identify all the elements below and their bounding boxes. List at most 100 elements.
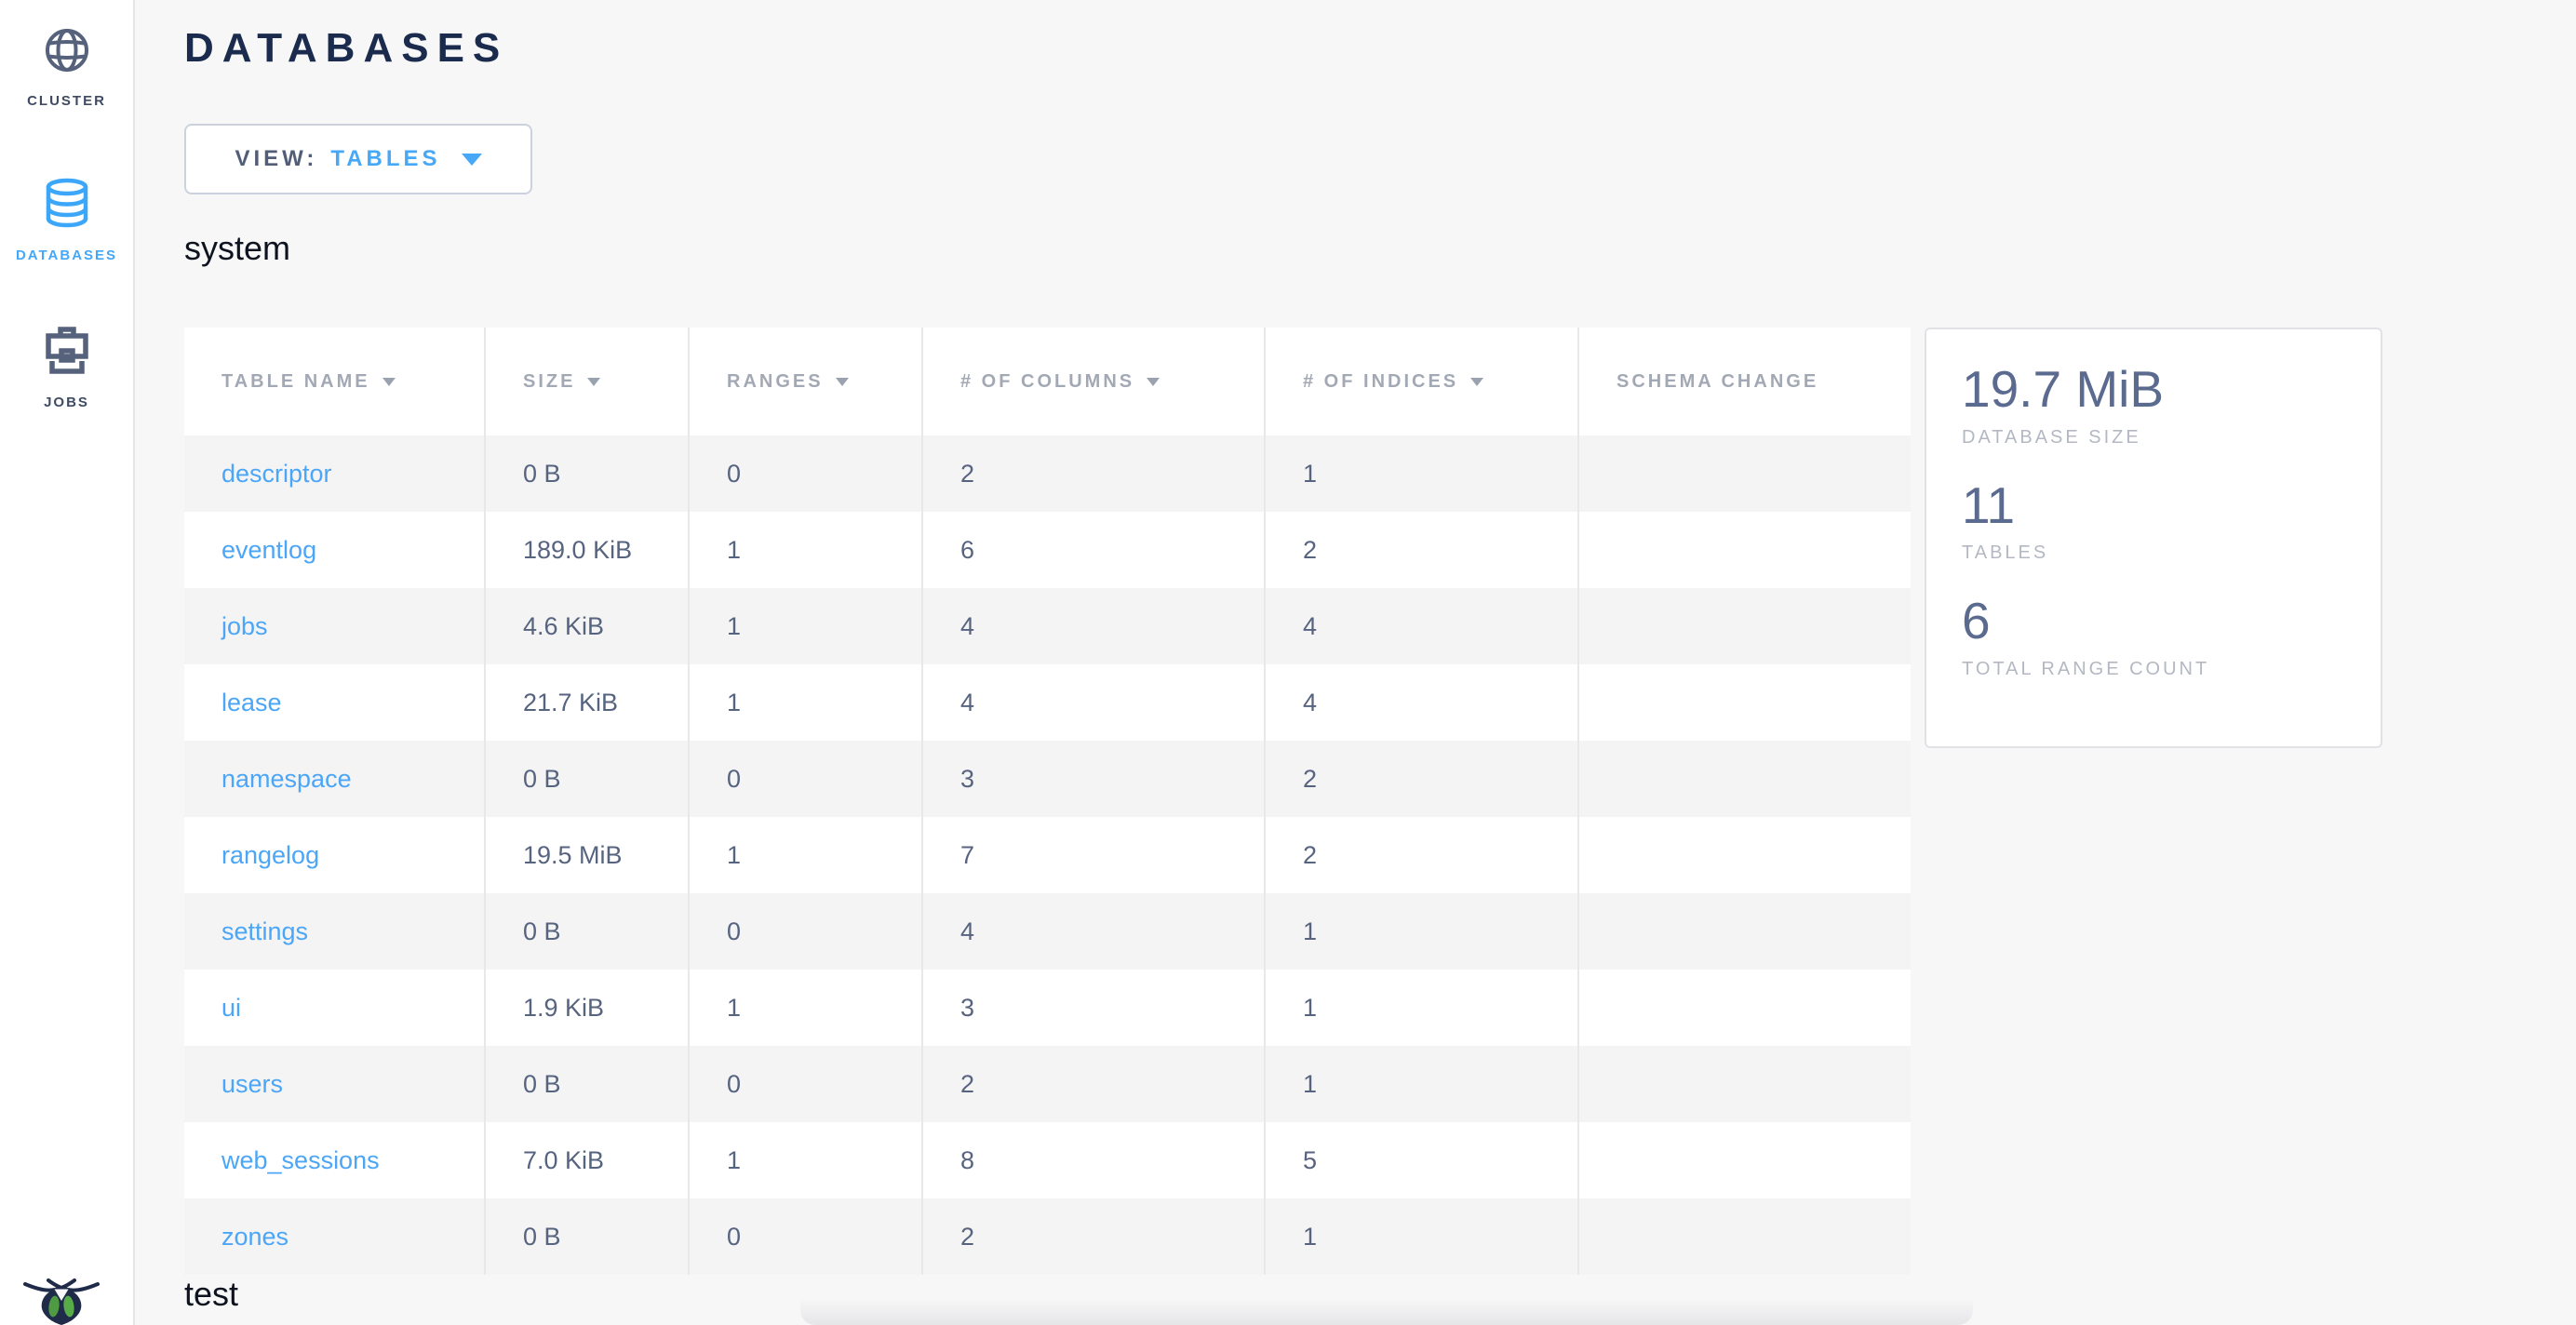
view-dropdown-value: TABLES (330, 146, 440, 172)
schema-change-cell (1579, 1046, 1911, 1122)
indices-cell: 1 (1266, 893, 1579, 970)
table-row: namespace 0 B 0 3 2 (184, 741, 1911, 817)
column-header-label: # OF COLUMNS (960, 371, 1134, 393)
ranges-cell: 0 (690, 435, 923, 512)
table-row: eventlog 189.0 KiB 1 6 2 (184, 512, 1911, 588)
size-cell: 0 B (486, 893, 690, 970)
columns-cell: 4 (923, 893, 1266, 970)
sort-arrow-icon (836, 378, 849, 386)
sidebar-item-label: JOBS (44, 395, 89, 410)
bottom-edge-shadow (800, 1299, 1973, 1325)
size-cell: 4.6 KiB (486, 588, 690, 664)
columns-cell: 3 (923, 970, 1266, 1046)
indices-cell: 4 (1266, 588, 1579, 664)
columns-cell: 4 (923, 588, 1266, 664)
column-header-num-indices[interactable]: # OF INDICES (1266, 328, 1579, 435)
table-row: zones 0 B 0 2 1 (184, 1198, 1911, 1275)
column-header-label: TABLE NAME (221, 371, 370, 393)
sidebar-item-jobs[interactable]: JOBS (0, 324, 133, 410)
stat-value: 6 (1962, 593, 2353, 650)
ranges-cell: 0 (690, 1046, 923, 1122)
indices-cell: 2 (1266, 512, 1579, 588)
stat-label: DATABASE SIZE (1962, 427, 2353, 448)
ranges-cell: 1 (690, 817, 923, 893)
ranges-cell: 1 (690, 970, 923, 1046)
column-header-ranges[interactable]: RANGES (690, 328, 923, 435)
page-title: DATABASES (184, 25, 508, 72)
columns-cell: 2 (923, 1046, 1266, 1122)
table-name-link[interactable]: users (221, 1070, 283, 1099)
column-header-label: RANGES (727, 371, 824, 393)
ranges-cell: 0 (690, 893, 923, 970)
size-cell: 1.9 KiB (486, 970, 690, 1046)
globe-icon (43, 26, 91, 74)
columns-cell: 4 (923, 664, 1266, 741)
section-title-test: test (184, 1275, 238, 1314)
table-name-link[interactable]: ui (221, 994, 241, 1023)
columns-cell: 2 (923, 435, 1266, 512)
stat-label: TABLES (1962, 542, 2353, 564)
sort-arrow-icon (1470, 378, 1483, 386)
indices-cell: 1 (1266, 970, 1579, 1046)
indices-cell: 1 (1266, 1046, 1579, 1122)
table-row: web_sessions 7.0 KiB 1 8 5 (184, 1122, 1911, 1198)
table-row: jobs 4.6 KiB 1 4 4 (184, 588, 1911, 664)
briefcase-icon (42, 324, 92, 376)
ranges-cell: 0 (690, 1198, 923, 1275)
schema-change-cell (1579, 435, 1911, 512)
indices-cell: 1 (1266, 1198, 1579, 1275)
sidebar-item-databases[interactable]: DATABASES (0, 177, 133, 263)
table-header-row: TABLE NAME SIZE RANGES # OF COLUMNS # OF… (184, 328, 1911, 435)
table-name-link[interactable]: settings (221, 917, 308, 946)
column-header-label: SIZE (523, 371, 575, 393)
view-dropdown[interactable]: VIEW: TABLES (184, 124, 532, 194)
ranges-cell: 1 (690, 1122, 923, 1198)
schema-change-cell (1579, 1122, 1911, 1198)
ranges-cell: 1 (690, 664, 923, 741)
schema-change-cell (1579, 970, 1911, 1046)
table-row: settings 0 B 0 4 1 (184, 893, 1911, 970)
cockroachdb-logo (19, 1277, 104, 1325)
table-row: ui 1.9 KiB 1 3 1 (184, 970, 1911, 1046)
size-cell: 19.5 MiB (486, 817, 690, 893)
indices-cell: 2 (1266, 817, 1579, 893)
schema-change-cell (1579, 512, 1911, 588)
table-name-link[interactable]: lease (221, 689, 282, 717)
table-name-link[interactable]: eventlog (221, 536, 316, 565)
table-name-link[interactable]: jobs (221, 612, 268, 641)
table-name-link[interactable]: descriptor (221, 460, 332, 489)
columns-cell: 2 (923, 1198, 1266, 1275)
stat-value: 11 (1962, 477, 2353, 535)
database-summary-panel: 19.7 MiB DATABASE SIZE 11 TABLES 6 TOTAL… (1925, 328, 2382, 748)
column-header-schema-change: SCHEMA CHANGE (1579, 328, 1911, 435)
size-cell: 0 B (486, 1046, 690, 1122)
ranges-cell: 1 (690, 588, 923, 664)
schema-change-cell (1579, 588, 1911, 664)
indices-cell: 1 (1266, 435, 1579, 512)
columns-cell: 6 (923, 512, 1266, 588)
size-cell: 0 B (486, 1198, 690, 1275)
column-header-size[interactable]: SIZE (486, 328, 690, 435)
table-row: users 0 B 0 2 1 (184, 1046, 1911, 1122)
stat-value: 19.7 MiB (1962, 361, 2353, 419)
table-name-link[interactable]: zones (221, 1223, 288, 1251)
indices-cell: 2 (1266, 741, 1579, 817)
sort-arrow-icon (382, 378, 396, 386)
stat-tables: 11 TABLES (1962, 477, 2353, 565)
columns-cell: 7 (923, 817, 1266, 893)
column-header-num-columns[interactable]: # OF COLUMNS (923, 328, 1266, 435)
columns-cell: 8 (923, 1122, 1266, 1198)
size-cell: 0 B (486, 741, 690, 817)
indices-cell: 5 (1266, 1122, 1579, 1198)
table-name-link[interactable]: web_sessions (221, 1146, 380, 1175)
table-name-link[interactable]: namespace (221, 765, 352, 794)
column-header-table-name[interactable]: TABLE NAME (184, 328, 486, 435)
table-row: descriptor 0 B 0 2 1 (184, 435, 1911, 512)
schema-change-cell (1579, 664, 1911, 741)
table-name-link[interactable]: rangelog (221, 841, 319, 870)
table-row: rangelog 19.5 MiB 1 7 2 (184, 817, 1911, 893)
column-header-label: # OF INDICES (1303, 371, 1458, 393)
ranges-cell: 1 (690, 512, 923, 588)
schema-change-cell (1579, 893, 1911, 970)
sidebar-item-cluster[interactable]: CLUSTER (0, 26, 133, 109)
